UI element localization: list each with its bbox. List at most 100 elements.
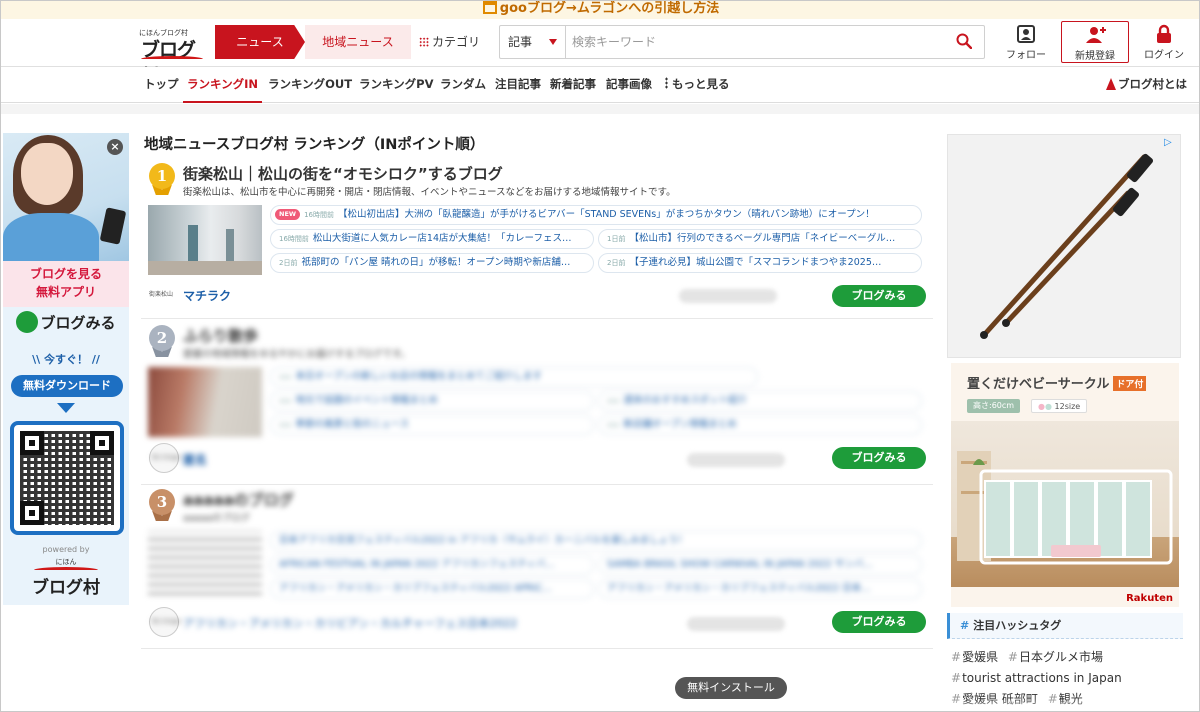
- blog-thumbnail[interactable]: [148, 367, 262, 437]
- article-time: 2日前: [607, 259, 626, 267]
- free-install-button[interactable]: 無料インストール: [675, 677, 787, 699]
- article-link[interactable]: 16時間前 松山大街道に人気カレー店14店が大集結！「カレーフェス…: [270, 229, 594, 249]
- author-name[interactable]: アフリカン・アメリカン・カリビアン・カルチャーフェス日本2022: [183, 615, 517, 631]
- ranking-entry-1: 1 街楽松山｜松山の街を“オモシロク”するブログ 街楽松山は、松山市を中心に再開…: [141, 159, 933, 319]
- more-dots-icon: [665, 77, 668, 89]
- article-title: 本日オープンの新しいお店の情報をまとめてご紹介します: [295, 371, 542, 382]
- app-ad-banner[interactable]: × ブログを見る 無料アプリ ブログみる \\ 今すぐ！ // 無料ダウンロード…: [3, 133, 129, 605]
- follow-button[interactable]: フォロー: [999, 21, 1053, 65]
- nav-ranking-out[interactable]: ランキングOUT: [268, 67, 352, 103]
- door-badge: ドア付: [1113, 376, 1147, 391]
- site-logo[interactable]: にほんブログ村 ブログ村: [137, 27, 207, 88]
- nav-article-images[interactable]: 記事画像: [606, 67, 652, 103]
- search-icon[interactable]: [956, 33, 972, 49]
- rank-number: 2: [149, 325, 175, 351]
- nav-more[interactable]: もっと見る: [665, 67, 730, 103]
- article-link[interactable]: AFRICAN FESTIVAL IN JAPAN 2022 アフリカンフェステ…: [270, 555, 594, 575]
- size-height-tag: 高さ:60cm: [967, 399, 1021, 413]
- ranking-points: [687, 617, 785, 631]
- app-logo-icon: [16, 311, 39, 333]
- nav-featured[interactable]: 注目記事: [495, 67, 541, 103]
- search-type-select[interactable]: 記事: [500, 26, 566, 58]
- free-download-button[interactable]: 無料ダウンロード: [11, 375, 123, 397]
- ad-brand: ブログみる: [3, 311, 129, 339]
- arrow-down-icon: [57, 403, 75, 413]
- register-label: 新規登録: [1075, 51, 1115, 62]
- author-icon: No Image: [152, 454, 181, 461]
- author-name[interactable]: 匿名: [183, 451, 207, 468]
- blog-thumbnail[interactable]: [148, 531, 262, 601]
- nav-new-articles[interactable]: 新着記事: [550, 67, 596, 103]
- tab-category[interactable]: カテゴリ: [419, 25, 489, 59]
- article-link[interactable]: xxx 地元で話題のイベント情報まとめ: [270, 391, 594, 411]
- article-link[interactable]: 1日前 【松山市】行列のできるベーグル専門店「ネイビーベーグル…: [598, 229, 922, 249]
- product-ad-baby-circle[interactable]: 置くだけベビーサークル ドア付 高さ:60cm ●● 12size Rakuten: [951, 363, 1179, 607]
- site-header: にほんブログ村 ブログ村 ニュース 地域ニュース カテゴリ 記事: [1, 19, 1199, 88]
- size-count-text: 12size: [1054, 402, 1081, 411]
- ad-choices-icon[interactable]: ▷: [1164, 137, 1176, 149]
- product-ad-poles[interactable]: ▷: [947, 134, 1181, 358]
- blog-title[interactable]: ふらり散歩: [183, 325, 258, 346]
- article-link[interactable]: 日本アフリカ交流フェスティバル2022 in アフリカ〈サムライ〉カーニバルを楽…: [270, 531, 922, 551]
- article-title: SAMBA BRASIL SHOW CARNIVAL IN JAPAN 2022…: [607, 559, 873, 570]
- article-title: 週末のおすすめスポット紹介: [623, 395, 747, 406]
- article-link[interactable]: 2日前 【子連れ必見】城山公園で「スマコランドまつやま2025…: [598, 253, 922, 273]
- phone-icon: [99, 207, 127, 245]
- ad-brand-text: ブログみる: [40, 314, 116, 332]
- bottom-fade: [1, 699, 1199, 711]
- nav-top[interactable]: トップ: [144, 67, 179, 103]
- blog-title[interactable]: 街楽松山｜松山の街を“オモシロク”するブログ: [183, 163, 503, 184]
- article-link[interactable]: xxx 季節の風景と街のニュース: [270, 415, 594, 435]
- nav-ranking-pv[interactable]: ランキングPV: [359, 67, 433, 103]
- article-link[interactable]: NEW 16時間前 【松山初出店】大洲の「臥龍醸造」が手がけるビアバー「STAND …: [270, 205, 922, 225]
- powered-logo-small: にほん: [55, 558, 77, 566]
- ranking-points: [679, 289, 777, 303]
- article-time: 2日前: [279, 259, 298, 267]
- about-link[interactable]: ブログ村とは: [1106, 67, 1187, 101]
- login-button[interactable]: ログイン: [1137, 21, 1191, 65]
- triangle-icon: [1106, 78, 1116, 90]
- article-title: アフリカン・アメリカン・カリブフェスティバル2022 APRIC…: [279, 583, 552, 594]
- add-user-icon: [1086, 27, 1106, 43]
- dropdown-triangle-icon: [549, 39, 557, 45]
- visit-blog-button[interactable]: ブログみる: [832, 285, 926, 307]
- article-time: 16時間前: [279, 235, 309, 243]
- follow-icon: [1017, 25, 1035, 43]
- article-link[interactable]: xxx 本日オープンの新しいお店の情報をまとめてご紹介します: [270, 367, 758, 387]
- logo-arc: [141, 56, 203, 62]
- hashtag-link[interactable]: 愛媛県: [951, 650, 998, 664]
- article-link[interactable]: xxx 新店舗オープン情報まとめ: [598, 415, 922, 435]
- tab-category-label: カテゴリ: [432, 35, 481, 49]
- author-name[interactable]: マチラク: [183, 287, 231, 304]
- qr-code[interactable]: [10, 421, 124, 535]
- search-input[interactable]: [572, 30, 932, 54]
- nav-random[interactable]: ランダム: [440, 67, 486, 103]
- article-link[interactable]: xxx 週末のおすすめスポット紹介: [598, 391, 922, 411]
- tab-local-news[interactable]: 地域ニュース: [305, 25, 411, 59]
- grid-icon: [419, 37, 429, 47]
- article-link[interactable]: アフリカン・アメリカン・カリブフェスティバル2022 APRIC…: [270, 579, 594, 599]
- article-time: xxx: [279, 373, 292, 381]
- ad-headline: ブログを見る 無料アプリ: [3, 261, 129, 307]
- blog-thumbnail[interactable]: [148, 205, 262, 275]
- notice-text[interactable]: gooブログ→ムラゴンへの引越し方法: [500, 1, 719, 16]
- powered-logo: にほん ブログ村: [31, 557, 101, 598]
- article-link[interactable]: SAMBA BRASIL SHOW CARNIVAL IN JAPAN 2022…: [598, 555, 922, 575]
- article-link[interactable]: 2日前 祇部町の「パン屋 晴れの日」が移転！オープン時期や新店舗…: [270, 253, 594, 273]
- register-button[interactable]: 新規登録: [1061, 21, 1129, 63]
- hashtag-link[interactable]: 日本グルメ市場: [1008, 650, 1103, 664]
- tab-news[interactable]: ニュース: [215, 25, 305, 59]
- blog-description: 愛媛の地域情報をゆるやかにお届けするブログです。: [183, 349, 411, 360]
- separator-band: [1, 104, 1199, 114]
- visit-blog-button[interactable]: ブログみる: [832, 611, 926, 633]
- close-icon[interactable]: ×: [107, 139, 123, 155]
- nav-ranking-in[interactable]: ランキングIN: [183, 67, 263, 103]
- powered-by-text: powered by: [42, 545, 90, 554]
- hashtag-link[interactable]: tourist attractions in Japan: [951, 671, 1122, 685]
- article-title: アフリカン・アメリカン・カリブフェスティバル2022 日本…: [607, 583, 871, 594]
- article-title: 【松山市】行列のできるベーグル専門店「ネイビーベーグル…: [629, 233, 896, 244]
- article-link[interactable]: アフリカン・アメリカン・カリブフェスティバル2022 日本…: [598, 579, 922, 599]
- blog-title[interactable]: aaaaaのブログ: [183, 489, 294, 510]
- notice-bar[interactable]: gooブログ→ムラゴンへの引越し方法: [1, 1, 1199, 19]
- visit-blog-button[interactable]: ブログみる: [832, 447, 926, 469]
